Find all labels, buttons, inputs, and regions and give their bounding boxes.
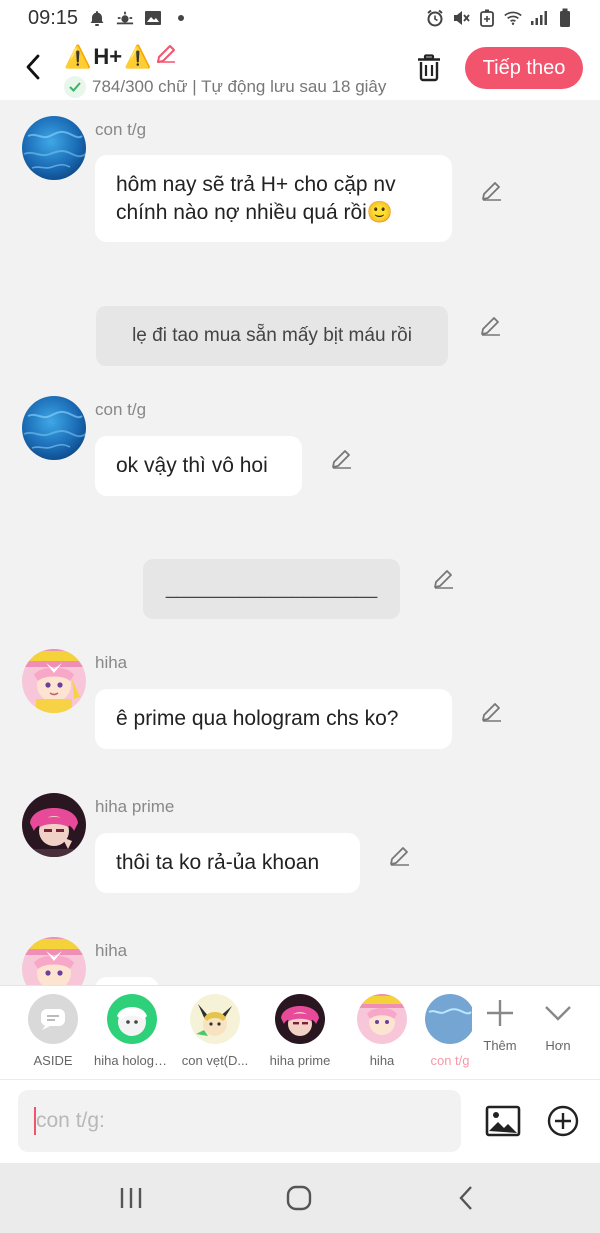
avatar <box>275 994 325 1044</box>
edit-message-icon[interactable] <box>387 843 413 869</box>
warning-icon: ⚠️ <box>124 44 152 69</box>
avatar-hiha-prime[interactable] <box>22 793 86 857</box>
next-button[interactable]: Tiếp theo <box>465 47 583 89</box>
battery-icon <box>556 8 574 27</box>
page-title[interactable]: ⚠️ H+ ⚠️ <box>64 42 394 72</box>
character-label: con vẹt(D... <box>181 1053 249 1068</box>
character-label: ASIDE <box>33 1053 73 1068</box>
plus-circle-icon <box>547 1105 579 1137</box>
character-selector: ASIDE hiha hologram con vẹt(D... hiha pr… <box>0 985 600 1079</box>
add-character-button[interactable]: Thêm <box>472 998 528 1053</box>
avatar <box>357 994 407 1044</box>
input-area: con t/g: <box>0 1079 600 1163</box>
message-sender: hiha prime <box>95 797 175 816</box>
warning-icon: ⚠️ <box>64 44 92 69</box>
mute-icon <box>452 9 470 27</box>
character-label: hiha prime <box>269 1053 331 1068</box>
avatar-con-tg[interactable] <box>22 116 86 180</box>
signal-icon <box>530 9 548 27</box>
title-text: H+ <box>93 44 123 69</box>
character-con-vet[interactable]: con vẹt(D... <box>177 994 253 1068</box>
message-bubble[interactable]: thôi ta ko rả-ủa khoan <box>95 833 360 893</box>
message-bubble[interactable]: ê prime qua hologram chs ko? <box>95 689 452 749</box>
alarm-icon <box>426 9 444 27</box>
add-label: Thêm <box>483 1038 517 1053</box>
avatar-hiha[interactable] <box>22 937 86 985</box>
word-count-autosave: 784/300 chữ | Tự động lưu sau 18 giây <box>92 77 387 96</box>
edit-message-icon[interactable] <box>431 566 457 592</box>
character-hiha[interactable]: hiha <box>344 994 420 1068</box>
message-bubble[interactable] <box>95 977 159 985</box>
input-placeholder: con t/g: <box>36 1109 105 1132</box>
status-time: 09:15 <box>28 6 79 29</box>
more-label: Hơn <box>545 1038 571 1053</box>
avatar-hiha[interactable] <box>22 649 86 713</box>
add-content-button[interactable] <box>546 1104 580 1138</box>
message-sender: con t/g <box>95 120 147 139</box>
character-label: hiha hologram <box>94 1053 170 1068</box>
aside-bubble[interactable]: ____________________ <box>143 559 400 619</box>
more-button[interactable]: Hơn <box>530 998 586 1053</box>
edit-message-icon[interactable] <box>329 446 355 472</box>
trash-icon <box>418 54 440 82</box>
gallery-icon <box>144 9 162 27</box>
status-bar: 09:15 <box>0 0 600 36</box>
character-label: hiha <box>369 1053 395 1068</box>
insert-image-button[interactable] <box>485 1104 521 1138</box>
aside-icon <box>28 994 78 1044</box>
chevron-down-icon <box>545 1006 571 1021</box>
chevron-left-icon <box>26 54 40 80</box>
editor-header: ⚠️ H+ ⚠️ 784/300 chữ | Tự động lưu sau 1… <box>0 36 600 100</box>
chat-area[interactable]: con t/g hôm nay sẽ trả H+ cho cặp nv chí… <box>0 100 600 985</box>
bell-icon <box>88 9 106 27</box>
home-icon <box>286 1185 312 1211</box>
character-label: con t/g <box>430 1053 470 1068</box>
character-aside[interactable]: ASIDE <box>15 994 91 1068</box>
message-bubble[interactable]: ok vậy thì vô hoi <box>95 436 302 496</box>
avatar <box>425 994 475 1044</box>
character-hiha-hologram[interactable]: hiha hologram <box>94 994 170 1068</box>
dot-icon <box>172 9 190 27</box>
image-icon <box>485 1105 521 1137</box>
message-input[interactable]: con t/g: <box>18 1090 461 1152</box>
message-bubble[interactable]: hôm nay sẽ trả H+ cho cặp nv chính nào n… <box>95 155 452 242</box>
pencil-icon[interactable] <box>154 42 178 72</box>
message-sender: con t/g <box>95 400 147 419</box>
back-icon <box>459 1186 472 1210</box>
message-sender: hiha <box>95 941 128 960</box>
aside-bubble[interactable]: lẹ đi tao mua sẵn mấy bịt máu rồi <box>96 306 448 366</box>
system-back-button[interactable] <box>446 1183 486 1213</box>
home-button[interactable] <box>279 1183 319 1213</box>
wifi-icon <box>504 9 522 27</box>
delete-button[interactable] <box>412 50 446 86</box>
back-button[interactable] <box>18 50 48 84</box>
plus-icon <box>487 1000 513 1026</box>
battery-saver-icon <box>478 9 496 27</box>
check-icon <box>64 76 86 98</box>
avatar <box>107 994 157 1044</box>
save-status: 784/300 chữ | Tự động lưu sau 18 giây <box>64 76 394 98</box>
character-hiha-prime[interactable]: hiha prime <box>262 994 338 1068</box>
message-sender: hiha <box>95 653 128 672</box>
edit-message-icon[interactable] <box>478 313 504 339</box>
system-nav-bar <box>0 1163 600 1233</box>
avatar <box>190 994 240 1044</box>
weather-icon <box>116 9 134 27</box>
edit-message-icon[interactable] <box>479 178 505 204</box>
recent-apps-button[interactable] <box>111 1183 151 1213</box>
recent-apps-icon <box>120 1188 142 1208</box>
story-title-area[interactable]: ⚠️ H+ ⚠️ 784/300 chữ | Tự động lưu sau 1… <box>64 42 394 98</box>
avatar-con-tg[interactable] <box>22 396 86 460</box>
edit-message-icon[interactable] <box>479 699 505 725</box>
